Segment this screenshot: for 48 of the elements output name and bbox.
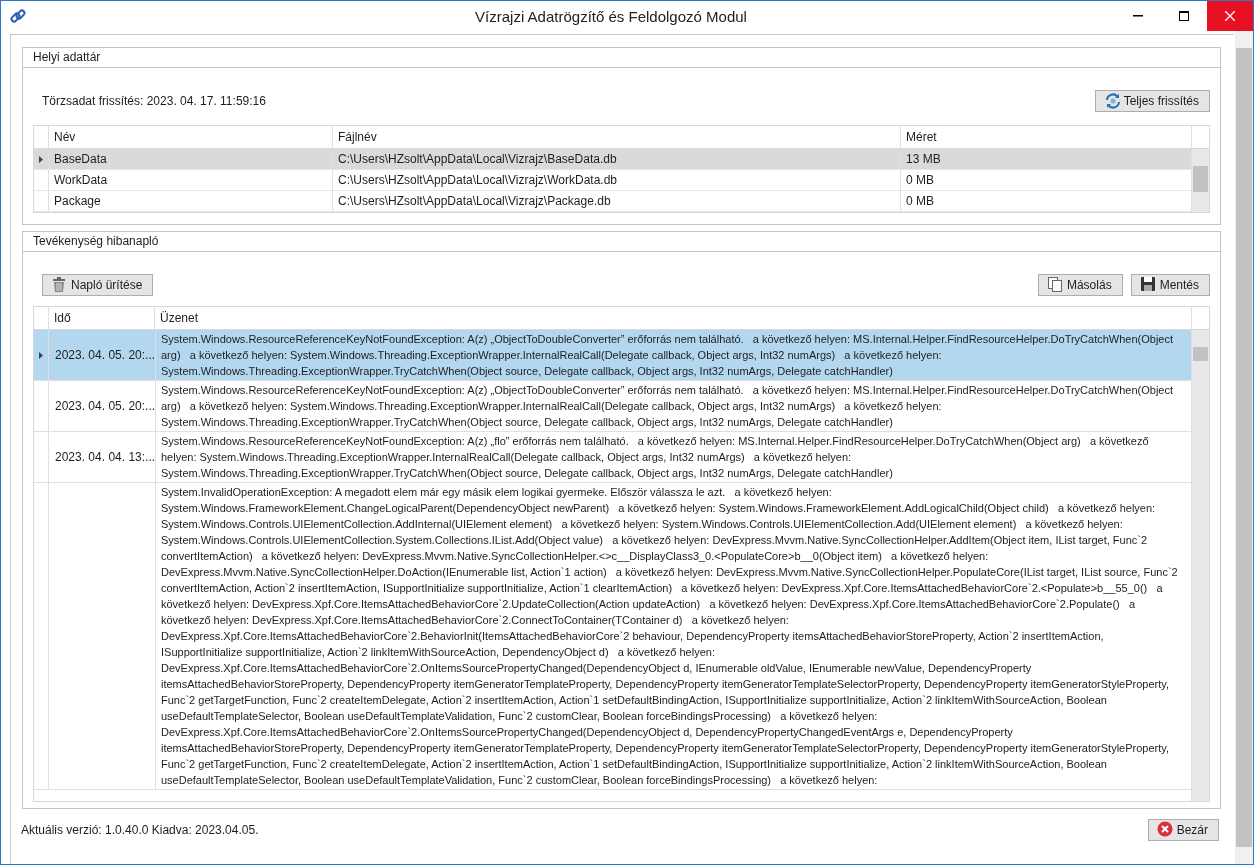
table-cell-text: 13 MB [905,151,942,168]
close-icon [1225,11,1235,21]
table-row[interactable]: Package C:\Users\HZsolt\AppData\Local\Vizrajz\Package.db 0 MB [34,191,1191,212]
group-title: Helyi adattár [23,48,1220,68]
column-header[interactable]: Fájlnév [333,126,901,148]
table-cell: 2023. 04. 05. 20:... [55,399,155,413]
save-button[interactable]: Mentés [1130,274,1210,296]
trash-icon [51,276,67,294]
clear-log-button[interactable]: Napló ürítése [42,274,154,296]
group-title: Tevékenység hibanapló [23,232,1220,252]
row-pointer-icon [39,155,43,163]
log-message: System.InvalidOperationException: A megadott elem már egy másik elem logikai gyermeke. Először válassza le azt. a következő helyen: System.Windows.FrameworkElement.ChangeLogicalParent(DependencyObject newParent) a következő helyen: System.Windows.FrameworkElement.AddLogicalChild(Object child) a következő helyen: System.Windows.Controls.UIElementCollection.AddInternal(UIElement element) a következő helyen: System.Windows.Controls.UIElementCollection.Add(UIElement element) a következő helyen: System.Windows.Controls.UIElementCollection.System.Collections.IList.Add(Object value) a következő helyen: DevExpress.Mvvm.Native.SyncCollectionHelper.AddItem(Object item, IList target, Func`2 convertItemAction) a következő helyen: DevExpress.Mvvm.Native.SyncCollectionHelper.<>c__DisplayClass3_0.<PopulateCore>b__0(Object item) a következő helyen: DevExpress.Mvvm.Native.SyncCollectionHelper.DoAction(IEnumerable list, Action`1 action) a következő helyen: DevExpress.Mvvm.Native.SyncCollectionHelper.PopulateCore(IList target, IList source, Func`2 convertItemAction, Action`2 insertItemAction, ISupportInitialize supportInitialize, Action`1 clearItemAction) a következő helyen: DevExpress.Xpf.Core.ItemsAttachedBehaviorCore`2.<Populate>b__55_0() a következő helyen: DevExpress.Xpf.Core.ItemsAttachedBehaviorCore`2.UpdateCollection(Action updateAction) a következő helyen: DevExpress.Xpf.Core.ItemsAttachedBehaviorCore`2.Populate() a következő helyen: DevExpress.Xpf.Core.ItemsAttachedBehaviorCore`2.ConnectToContainer(TContainer d) a következő helyen: DevExpress.Xpf.Core.ItemsAttachedBehaviorCore`2.BehaviorInit(ItemsAttachedBehaviorCore`2 behaviour, DependencyProperty itemsAttachedBehaviorStoreProperty, Action`2 insertItemAction, ISupportInitialize supportInitialize, Action`2 linkItemWithSourceAction, DependencyObject d) a következő helyen: DevExpress.Xpf.Core.ItemsAttachedBehaviorCore`2.OnItemsSourcePropertyChanged(DependencyObject d, IEnumerable oldValue, IEnumerable newValue, DependencyProperty itemsAttachedBehaviorStoreProperty, DependencyProperty itemGeneratorTemplateProperty, DependencyProperty itemGeneratorTemplateSelectorProperty, DependencyProperty itemGeneratorStyleProperty, Func`2 getTargetFunction, Func`2 createItemDelegate, Action`2 insertItemAction, Action`1 setDefaultBindingAction, ISupportInitialize supportInitialize, Action`2 linkItemWithSourceAction, Boolean useDefaultTemplateSelector, Boolean useDefaultTemplateValidation, Func`2 customClear, Boolean forceBindingsProcessing) a következő helyen: DevExpress.Xpf.Core.ItemsAttachedBehaviorCore`2.OnItemsSourcePropertyChanged(DependencyObject d, DependencyPropertyChangedEventArgs e, DependencyProperty itemsAttachedBehaviorStoreProperty, DependencyProperty itemGeneratorTemplateProperty, DependencyProperty itemGeneratorTemplateSelectorProperty, DependencyProperty itemGeneratorStyleProperty, Func`2 getTargetFunction, Func`2 createItemDelegate, Action`2 insertItemAction, Action`1 setDefaultBindingAction, ISupportInitialize supportInitialize, Action`2 linkItemWithSourceAction, Boolean useDefaultTemplateSelector, Boolean useDefaultTemplateValidation, Func`2 customClear, Boolean forceBindingsProcessing) a következő helyen: [161,485,1179,788]
chain-link-icon [9,7,27,25]
table-cell: 2023. 04. 04. 13:... [55,450,155,464]
table-cell: C:\Users\HZsolt\AppData\Local\Vizrajz\WorkData.db [333,170,901,190]
row-pointer-icon [39,351,43,359]
table-cell: C:\Users\HZsolt\AppData\Local\Vizrajz\BaseData.db [333,149,901,169]
column-header[interactable]: Név [49,126,333,148]
table-cell: BaseData [49,149,333,169]
log-message: System.Windows.ResourceReferenceKeyNotFoundException: A(z) „ObjectToDoubleConverter” erőforrás nem található. a következő helyen: MS.Internal.Helper.FindResourceHelper.DoTryCatchWhen(Object arg) a következő helyen: System.Windows.Threading.ExceptionWrapper.InternalRealCall(Delegate callback, Object args, Int32 numArgs) a következő helyen: System.Windows.Threading.ExceptionWrapper.TryCatchWhen(Object source, Delegate callback, Object args, Int32 numArgs, Delegate catchHandler) [161,383,1175,430]
table-cell: WorkData [49,170,333,190]
maximize-icon [1179,11,1189,21]
close-button[interactable]: Bezár [1147,819,1219,841]
table-cell-text: 0 MB [905,172,935,189]
scrollbar[interactable] [1235,31,1253,864]
window-title: Vízrajzi Adatrögzítő és Feldolgozó Modul [474,7,748,25]
log-message: System.Windows.ResourceReferenceKeyNotFoundException: A(z) „ObjectToDoubleConverter” erőforrás nem található. a következő helyen: MS.Internal.Helper.FindResourceHelper.DoTryCatchWhen(Object arg) a következő helyen: System.Windows.Threading.ExceptionWrapper.InternalRealCall(Delegate callback, Object args, Int32 numArgs) a következő helyen: System.Windows.Threading.ExceptionWrapper.TryCatchWhen(Object source, Delegate callback, Object args, Int32 numArgs, Delegate catchHandler) [161,332,1175,379]
table-cell: Package [49,191,333,211]
scrollbar[interactable] [1192,330,1209,801]
table-cell: C:\Users\HZsolt\AppData\Local\Vizrajz\Package.db [333,191,901,211]
floppy-icon [1139,276,1156,294]
table-row[interactable]: BaseData C:\Users\HZsolt\AppData\Local\Vizrajz\BaseData.db 13 MB [34,149,1191,170]
refresh-button[interactable]: Teljes frissítés [1094,90,1210,112]
copy-button[interactable]: Másolás [1037,274,1123,296]
log-message: System.Windows.ResourceReferenceKeyNotFoundException: A(z) „flo” erőforrás nem található. a következő helyen: MS.Internal.Helper.FindResourceHelper.DoTryCatchWhen(Object arg) a következő helyen: System.Windows.Threading.ExceptionWrapper.InternalRealCall(Delegate callback, Object args, Int32 numArgs) a következő helyen: System.Windows.Threading.ExceptionWrapper.TryCatchWhen(Object source, Delegate callback, Object args, Int32 numArgs, Delegate catchHandler) [161,434,1150,481]
table-cell-text: 0 MB [905,193,935,210]
close-icon [1156,821,1173,839]
minimize-icon [1133,15,1143,17]
copy-icon [1046,276,1063,294]
column-header[interactable]: Méret [901,126,1191,148]
column-header[interactable]: Üzenet [155,307,1191,329]
version-label: Aktuális verzió: 1.0.40.0 Kiadva: 2023.04.05. [21,823,259,837]
sync-label: Törzsadat frissítés: 2023. 04. 17. 11:59:16 [42,94,266,108]
column-header[interactable]: Idő [49,307,155,329]
table-cell: 2023. 04. 05. 20:... [55,348,155,362]
table-row[interactable]: WorkData C:\Users\HZsolt\AppData\Local\Vizrajz\WorkData.db 0 MB [34,170,1191,191]
scrollbar[interactable] [1192,149,1209,212]
refresh-icon [1103,92,1120,110]
